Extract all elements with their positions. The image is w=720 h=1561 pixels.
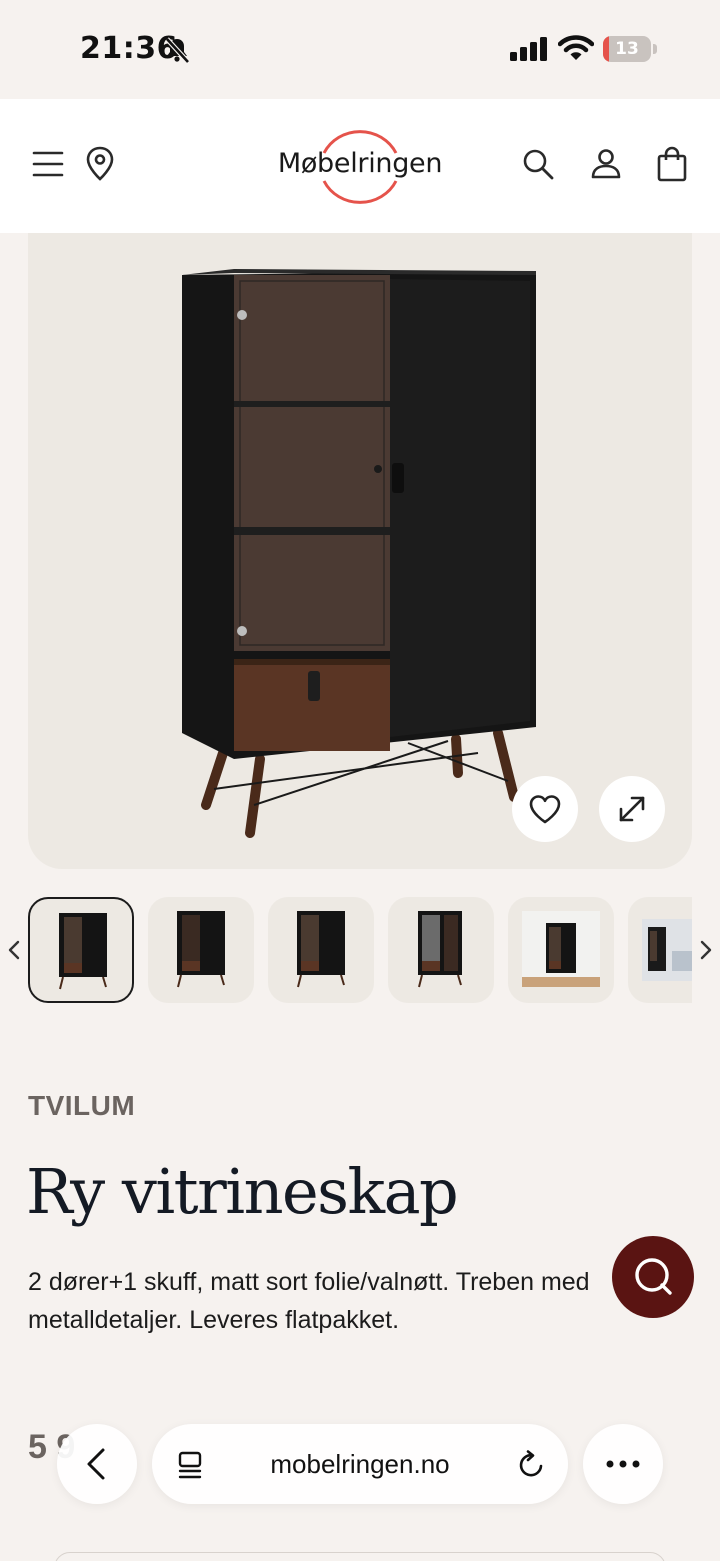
heart-icon: [529, 795, 561, 824]
cabinet-image: [182, 269, 536, 838]
cellular-signal-icon: [510, 37, 547, 61]
cart-button[interactable]: [652, 144, 692, 184]
thumbnail-1[interactable]: [28, 897, 134, 1003]
search-icon: [523, 149, 554, 180]
product-image[interactable]: [28, 233, 692, 869]
thumbnail-image: [642, 919, 692, 981]
description-line: metalldetaljer. Leveres flatpakket.: [28, 1306, 400, 1334]
thumbnail-image: [177, 911, 225, 988]
fullscreen-button[interactable]: [599, 776, 665, 842]
next-section-edge: [54, 1552, 666, 1561]
wifi-icon: [558, 35, 594, 60]
account-button[interactable]: [586, 144, 626, 184]
search-button[interactable]: [518, 144, 558, 184]
status-bar: 21:36 13: [0, 0, 720, 99]
more-dots-icon: [606, 1460, 640, 1468]
thumbnail-image: [297, 911, 345, 988]
product-description: 2 dører+1 skuff, matt sort folie/valnøtt…: [28, 1263, 692, 1343]
reload-icon[interactable]: [516, 1450, 546, 1480]
store-locator-button[interactable]: [80, 144, 120, 184]
menu-icon: [32, 151, 64, 177]
location-pin-icon: [86, 146, 114, 181]
thumbnail-3[interactable]: [268, 897, 374, 1003]
thumbnail-4[interactable]: [388, 897, 494, 1003]
logo-text: Møbelringen: [277, 148, 443, 179]
user-icon: [591, 149, 621, 179]
shopping-bag-icon: [657, 146, 687, 182]
site-header: Møbelringen: [0, 99, 720, 233]
thumbnail-image: [522, 911, 600, 987]
bell-muted-icon: [165, 37, 190, 64]
battery-percent: 13: [615, 39, 639, 59]
chat-bubble-icon: [635, 1258, 672, 1295]
chevron-left-icon[interactable]: [5, 935, 23, 965]
product-title: Ry vitrineskap: [26, 1155, 459, 1228]
menu-button[interactable]: [28, 144, 68, 184]
chevron-left-icon: [87, 1448, 105, 1480]
address-bar[interactable]: mobelringen.no: [152, 1424, 568, 1504]
chat-button[interactable]: [612, 1236, 694, 1318]
chevron-right-icon[interactable]: [697, 935, 715, 965]
battery-cap: [653, 44, 657, 54]
url-text[interactable]: mobelringen.no: [152, 1424, 568, 1504]
thumbnail-6[interactable]: [628, 897, 692, 1003]
expand-icon: [619, 796, 645, 822]
product-brand[interactable]: TVILUM: [28, 1090, 135, 1122]
thumbnail-5[interactable]: [508, 897, 614, 1003]
browser-back-button[interactable]: [57, 1424, 137, 1504]
favorite-button[interactable]: [512, 776, 578, 842]
thumbnail-2[interactable]: [148, 897, 254, 1003]
battery-icon: 13: [603, 36, 651, 62]
thumbnail-image: [59, 913, 107, 990]
site-logo[interactable]: Møbelringen: [270, 123, 450, 209]
thumbnail-image: [418, 911, 462, 988]
thumbnail-strip: [28, 897, 692, 1003]
browser-more-button[interactable]: [583, 1424, 663, 1504]
description-line: 2 dører+1 skuff, matt sort folie/valnøtt…: [28, 1268, 590, 1296]
